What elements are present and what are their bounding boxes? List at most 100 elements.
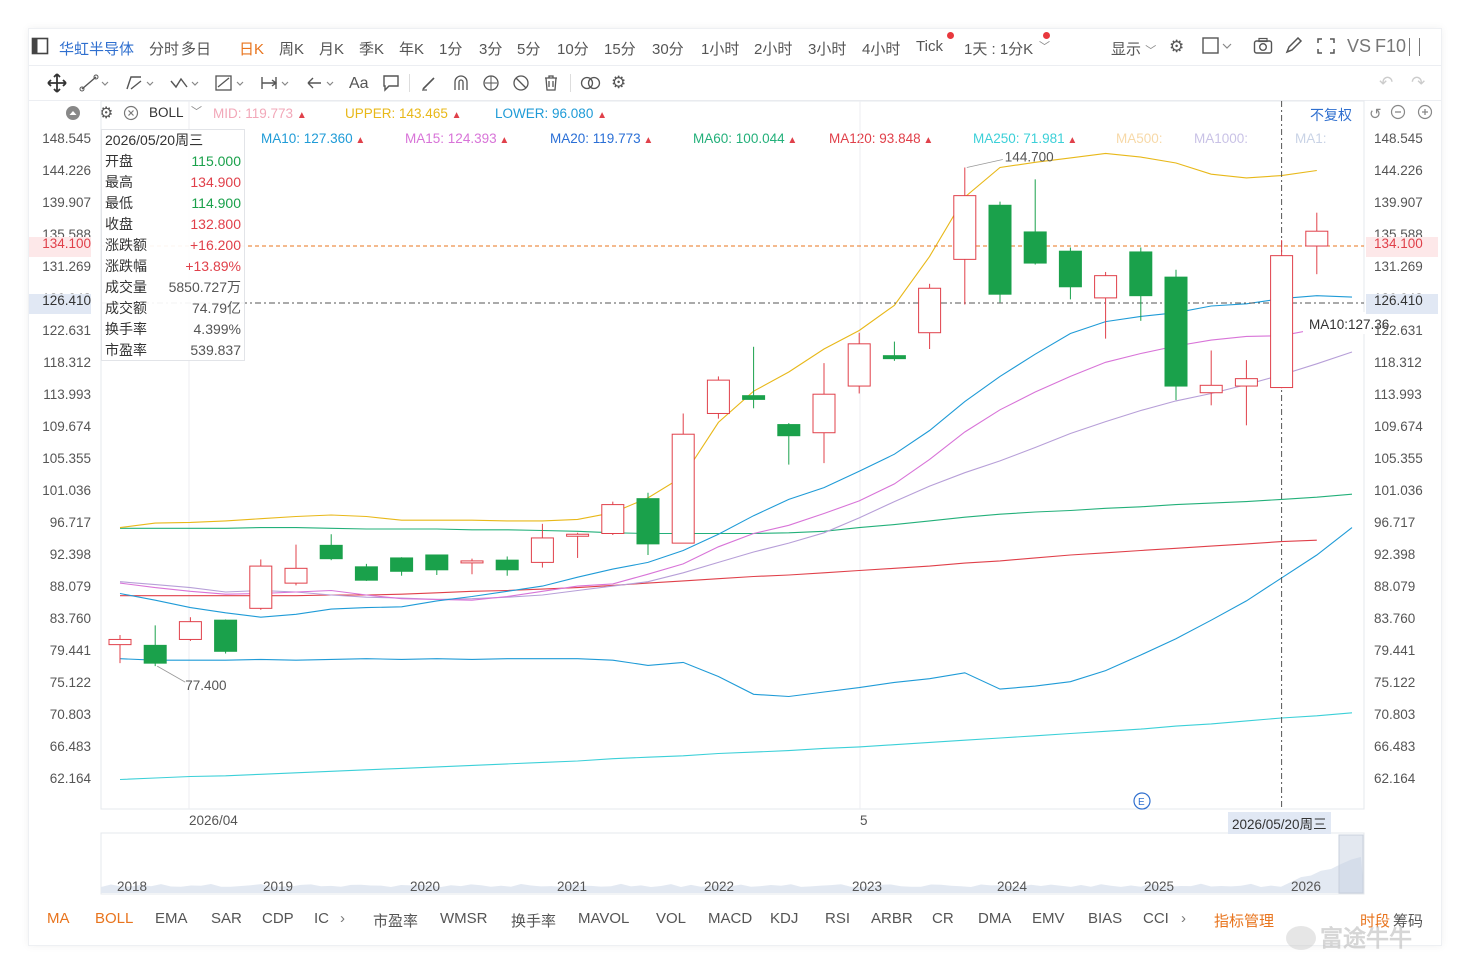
candle-body <box>1164 276 1188 387</box>
info-row: 市盈率 539.837 <box>105 340 241 361</box>
price-tick-right: 131.269 <box>1374 259 1423 274</box>
price-tick-left: 62.164 <box>49 771 91 786</box>
price-tick-left: 113.993 <box>43 387 91 402</box>
price-tick-left: 148.545 <box>42 131 91 146</box>
candle-body <box>1129 251 1153 297</box>
info-key: 市盈率 <box>105 342 147 358</box>
candle-body <box>530 537 554 563</box>
tab-indicator-sub-7[interactable]: RSI <box>825 910 850 927</box>
candle-body <box>566 533 590 537</box>
tab-indicator-sub-9[interactable]: CR <box>932 910 954 927</box>
minimap-window <box>1338 834 1364 894</box>
tab-indicator-sub-2[interactable]: 换手率 <box>511 910 556 931</box>
price-highlight-right: 126.410 <box>1366 294 1438 314</box>
candle-body <box>108 638 132 646</box>
tab-indicator-sub-3[interactable]: MAVOL <box>578 910 629 927</box>
price-tick-right: 88.079 <box>1374 579 1416 594</box>
price-highlight-left: 126.410 <box>29 294 91 314</box>
price-tick-right: 109.674 <box>1374 419 1423 434</box>
tab-indicator-sub-4[interactable]: VOL <box>656 910 686 927</box>
info-value: +13.89% <box>185 258 241 274</box>
tab-indicator-main-1[interactable]: BOLL <box>95 910 133 927</box>
crosshair-date-label: 2026/05/20周三 <box>1228 812 1331 834</box>
price-tick-left: 88.079 <box>49 579 91 594</box>
candle-body <box>143 644 167 664</box>
tab-indicator-sub-1[interactable]: WMSR <box>440 910 488 927</box>
candle-body <box>847 343 871 387</box>
high-label: 144.700 <box>1005 149 1054 164</box>
boll-lower-line <box>119 527 1353 698</box>
price-tick-right: 62.164 <box>1374 771 1416 786</box>
price-tick-right: 148.545 <box>1374 131 1423 146</box>
info-value: 114.900 <box>191 195 241 211</box>
info-value: 132.800 <box>190 216 241 232</box>
x-label-may: 5 <box>860 813 868 828</box>
info-key: 最低 <box>105 195 133 211</box>
price-tick-left: 92.398 <box>49 547 91 562</box>
price-tick-right: 75.122 <box>1374 675 1416 690</box>
candle-body <box>706 379 730 414</box>
price-tick-left: 105.355 <box>42 451 91 466</box>
candle-body <box>671 433 695 544</box>
minimap-year: 2024 <box>997 879 1028 894</box>
low-label: 77.400 <box>185 678 226 693</box>
price-tick-right: 105.355 <box>1374 451 1423 466</box>
tab-indicator-sub-12[interactable]: BIAS <box>1088 910 1122 927</box>
info-key: 换手率 <box>105 321 147 337</box>
price-tick-right: 118.312 <box>1374 355 1422 370</box>
tab-indicator-main-4[interactable]: CDP <box>262 910 294 927</box>
info-row: 换手率 4.399% <box>105 319 241 340</box>
tab-indicator-sub-8[interactable]: ARBR <box>871 910 913 927</box>
minimap-year: 2023 <box>852 879 883 894</box>
candle-body <box>425 554 449 571</box>
price-tick-right: 66.483 <box>1374 739 1416 754</box>
minimap-year: 2019 <box>263 879 294 894</box>
candle-body <box>882 355 906 360</box>
tab-indicator-sub-11[interactable]: EMV <box>1032 910 1065 927</box>
x-label-apr: 2026/04 <box>189 813 238 828</box>
tab-indicator-sub-13[interactable]: CCI <box>1143 910 1169 927</box>
info-key: 涨跌幅 <box>105 258 147 274</box>
tab-indicator-main-3[interactable]: SAR <box>211 910 242 927</box>
candle-body <box>601 504 625 534</box>
info-row: 开盘 115.000 <box>105 151 241 172</box>
plot-frame <box>100 100 1365 810</box>
info-row: 涨跌额 +16.200 <box>105 235 241 256</box>
tab-indicator-main-5[interactable]: IC <box>314 910 329 927</box>
candle-body <box>1094 275 1118 299</box>
price-tick-left: 144.226 <box>42 163 91 178</box>
tab-indicator-sub-5[interactable]: MACD <box>708 910 752 927</box>
indicator-manage-button[interactable]: 指标管理 <box>1214 910 1274 931</box>
price-highlight-left: 134.100 <box>29 237 91 257</box>
candle-body <box>354 566 378 581</box>
candle-body <box>319 544 343 560</box>
info-row: 最高 134.900 <box>105 172 241 193</box>
tab-indicator-main-0[interactable]: MA <box>47 910 70 927</box>
candle-body <box>1023 231 1047 264</box>
info-row: 成交额 74.79亿 <box>105 298 241 319</box>
price-highlight-right: 134.100 <box>1366 237 1438 257</box>
candle-body <box>1058 250 1082 288</box>
tab-indicator-main-2[interactable]: EMA <box>155 910 188 927</box>
candle-body <box>214 619 238 652</box>
tab-indicator-sub-0[interactable]: 市盈率 <box>373 910 418 931</box>
tabs-scroll-right-icon[interactable]: › <box>1181 910 1186 927</box>
candle-body <box>953 195 977 260</box>
tab-indicator-sub-10[interactable]: DMA <box>978 910 1011 927</box>
info-value: 134.900 <box>190 174 241 190</box>
ma250-line <box>119 712 1353 781</box>
candle-body <box>812 393 836 434</box>
minimap-year: 2026 <box>1291 879 1322 894</box>
info-key: 成交量 <box>105 279 147 295</box>
info-row: 涨跌幅 +13.89% <box>105 256 241 277</box>
candle-body <box>460 560 484 564</box>
price-tick-right: 139.907 <box>1374 195 1423 210</box>
minimap-year: 2020 <box>410 879 441 894</box>
info-value: +16.200 <box>190 237 241 253</box>
tabs-scroll-right-icon[interactable]: › <box>340 910 345 927</box>
tab-indicator-sub-6[interactable]: KDJ <box>770 910 798 927</box>
minimap-year: 2022 <box>704 879 735 894</box>
candle-body <box>1270 255 1294 389</box>
candle-body <box>249 565 273 609</box>
ma60-line <box>120 493 1353 535</box>
